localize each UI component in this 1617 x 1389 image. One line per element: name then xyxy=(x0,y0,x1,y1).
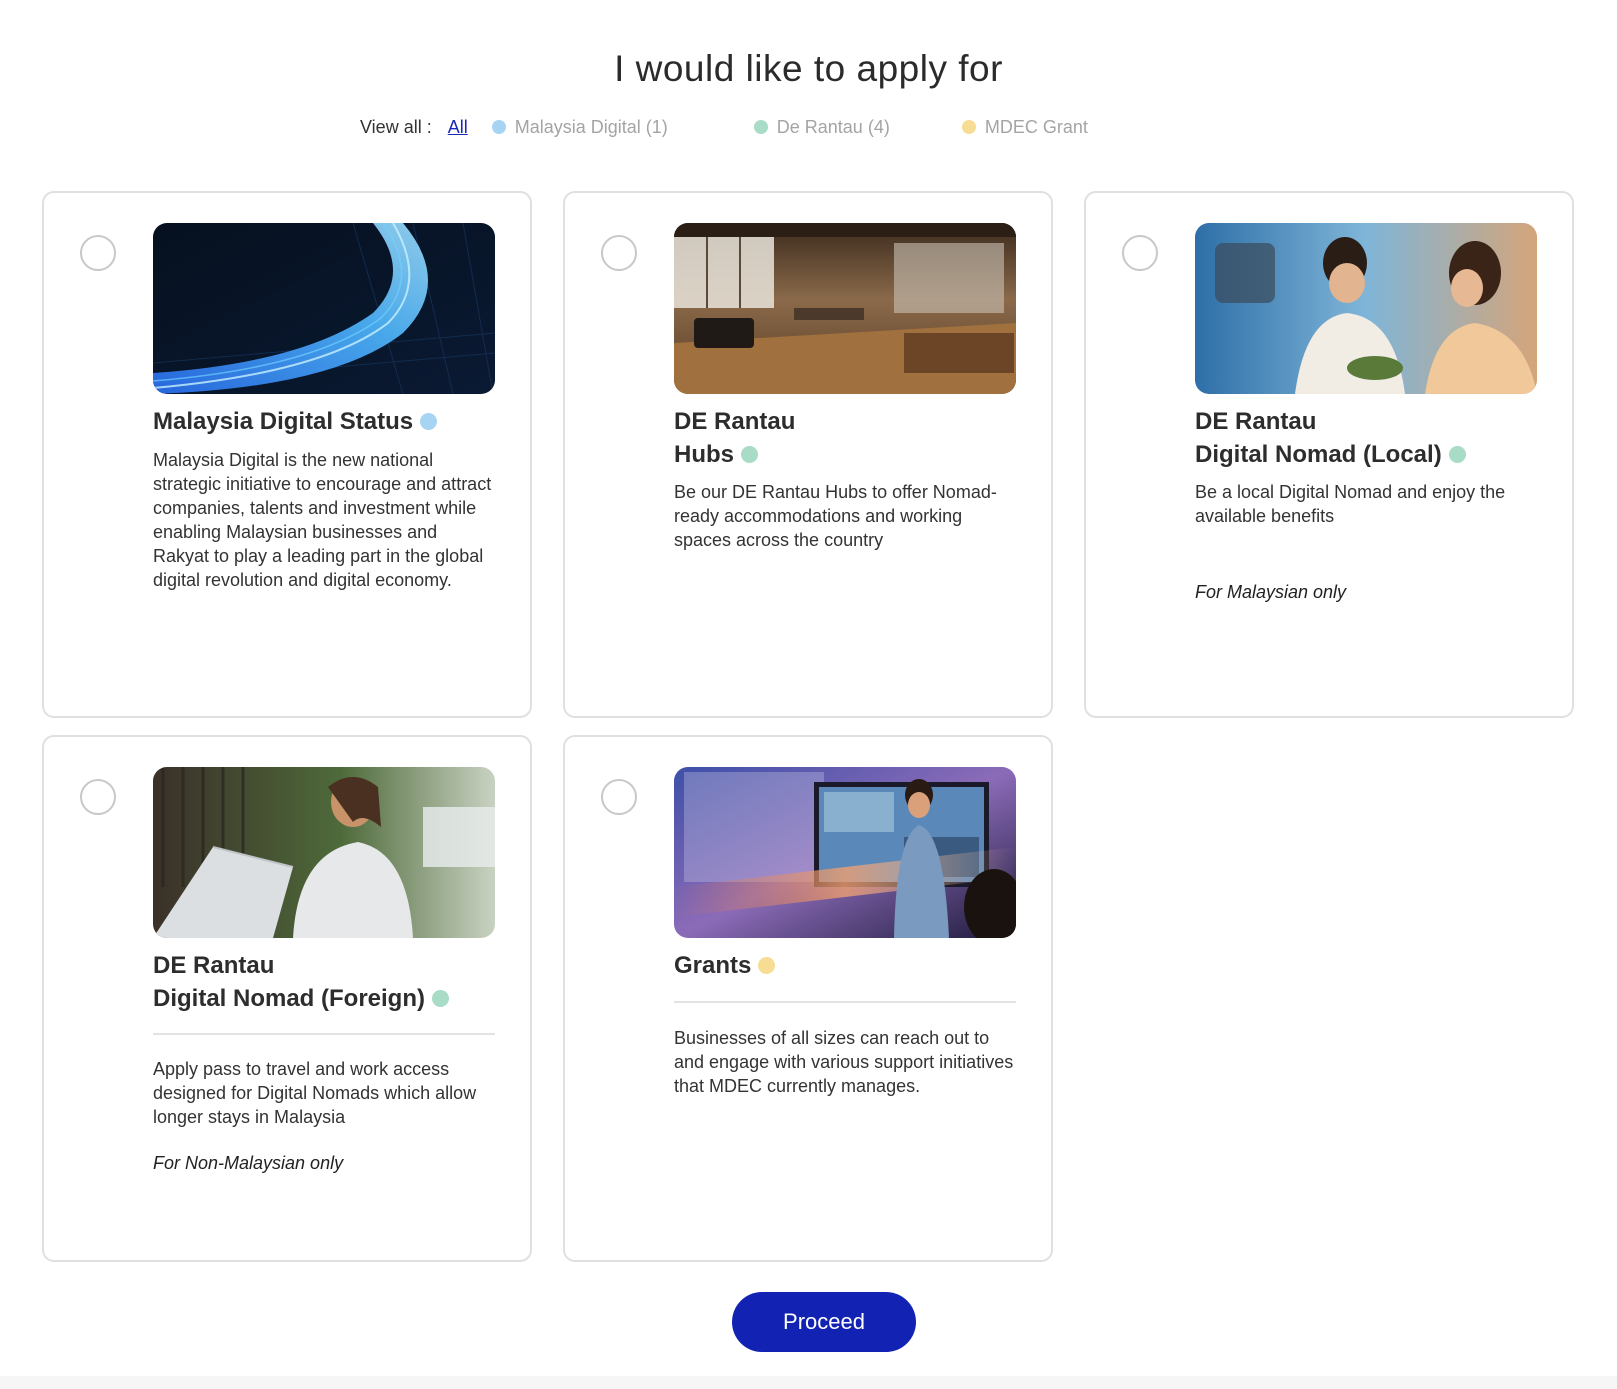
local-nomads-dining-image xyxy=(1195,223,1537,394)
footer-band xyxy=(0,1376,1617,1389)
de-rantau-dot-icon xyxy=(432,990,449,1007)
card-grants[interactable]: Grants Businesses of all sizes can reach… xyxy=(563,735,1053,1262)
card-select-radio[interactable] xyxy=(601,235,637,271)
card-malaysia-digital-status[interactable]: Malaysia Digital Status Malaysia Digital… xyxy=(42,191,532,718)
presentation-image xyxy=(674,767,1016,938)
card-description: Malaysia Digital is the new national str… xyxy=(153,450,492,590)
card-de-rantau-digital-nomad-local[interactable]: DE Rantau Digital Nomad (Local) Be a loc… xyxy=(1084,191,1574,718)
filter-malaysia-digital[interactable]: Malaysia Digital (1) xyxy=(491,116,668,138)
card-title: DE Rantau Digital Nomad (Local) xyxy=(1195,405,1545,471)
filter-de-rantau-label: De Rantau (4) xyxy=(776,116,890,137)
mdec-grant-dot-icon xyxy=(961,120,976,134)
filter-mdec-grant[interactable]: MDEC Grant xyxy=(961,116,1088,138)
filter-de-rantau[interactable]: De Rantau (4) xyxy=(753,116,890,138)
card-select-radio[interactable] xyxy=(601,779,637,815)
digital-light-image xyxy=(153,223,495,394)
malaysia-digital-dot-icon xyxy=(420,413,438,430)
filter-mdec-grant-label: MDEC Grant xyxy=(984,116,1088,137)
coworking-space-image xyxy=(674,223,1016,394)
card-description: Apply pass to travel and work access des… xyxy=(153,1059,477,1127)
de-rantau-dot-icon xyxy=(753,120,768,134)
card-title: Grants xyxy=(674,949,1024,982)
foreign-nomad-laptop-image xyxy=(153,767,495,938)
card-divider xyxy=(153,1033,495,1035)
card-title: DE Rantau Digital Nomad (Foreign) xyxy=(153,949,503,1015)
card-title: Malaysia Digital Status xyxy=(153,405,503,438)
filter-malaysia-digital-label: Malaysia Digital (1) xyxy=(514,116,668,137)
card-select-radio[interactable] xyxy=(1122,235,1158,271)
page-title: I would like to apply for xyxy=(614,48,1003,89)
card-de-rantau-hubs[interactable]: DE Rantau Hubs Be our DE Rantau Hubs to … xyxy=(563,191,1053,718)
filter-all-link[interactable]: All xyxy=(448,117,468,138)
card-select-radio[interactable] xyxy=(80,235,116,271)
card-description: Be a local Digital Nomad and enjoy the a… xyxy=(1195,482,1506,526)
card-select-radio[interactable] xyxy=(80,779,116,815)
card-title: DE Rantau Hubs xyxy=(674,408,796,468)
category-filters: View all : All Malaysia Digital (1) De R… xyxy=(360,116,1088,138)
eligibility-note: For Malaysian only xyxy=(1195,582,1347,602)
eligibility-note: For Non-Malaysian only xyxy=(153,1153,344,1173)
card-description: Be our DE Rantau Hubs to offer Nomad-rea… xyxy=(674,482,997,550)
card-de-rantau-digital-nomad-foreign[interactable]: DE Rantau Digital Nomad (Foreign) Apply … xyxy=(42,735,532,1262)
card-divider xyxy=(674,1001,1016,1003)
mdec-grant-dot-icon xyxy=(758,957,776,974)
de-rantau-dot-icon xyxy=(741,446,758,463)
proceed-button[interactable]: Proceed xyxy=(732,1292,916,1352)
de-rantau-dot-icon xyxy=(1448,446,1466,463)
card-description: Businesses of all sizes can reach out to… xyxy=(674,1028,1014,1096)
filter-label: View all : xyxy=(360,116,432,137)
malaysia-digital-dot-icon xyxy=(491,120,506,134)
